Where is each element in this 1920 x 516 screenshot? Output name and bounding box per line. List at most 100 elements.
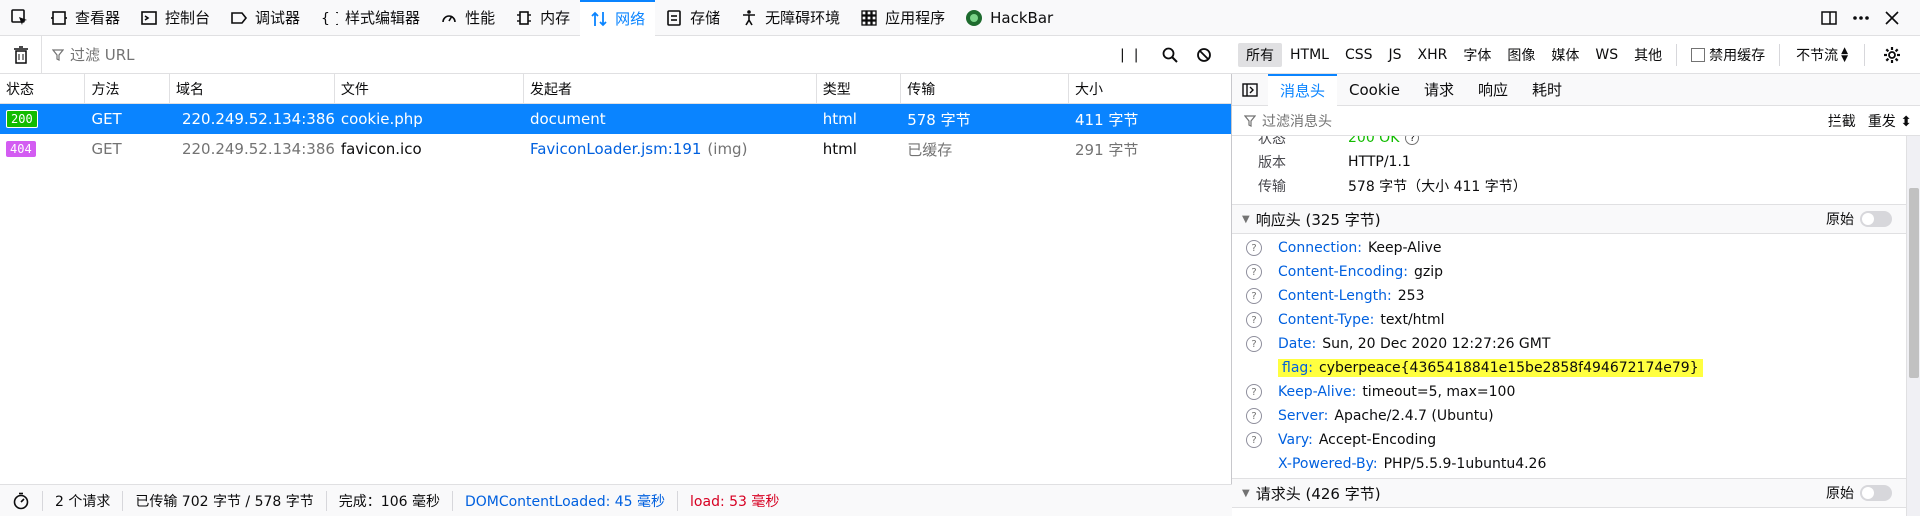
column-header[interactable]: 类型	[817, 74, 902, 104]
more-options-icon[interactable]	[1852, 9, 1870, 27]
search-icon[interactable]	[1162, 47, 1178, 63]
type-filter-3[interactable]: JS	[1381, 43, 1410, 67]
help-icon[interactable]: ?	[1246, 336, 1262, 352]
request-headers-section[interactable]: ▼ 请求头 (426 字节) 原始	[1232, 478, 1906, 508]
gear-icon[interactable]	[1883, 46, 1901, 64]
type-filter-7[interactable]: 媒体	[1543, 43, 1587, 67]
tab-label: 内存	[540, 9, 571, 27]
help-icon[interactable]: ?	[1246, 264, 1262, 280]
type-filter-8[interactable]: WS	[1587, 43, 1626, 67]
header-value: Sun, 20 Dec 2020 12:27:26 GMT	[1322, 336, 1551, 352]
clear-button[interactable]	[0, 35, 42, 74]
block-button[interactable]: 拦截	[1828, 111, 1856, 131]
summary-value: 578 字节（大小 411 字节）	[1348, 179, 1527, 195]
column-header[interactable]: 状态	[0, 74, 86, 104]
tab-console[interactable]: 控制台	[130, 0, 220, 36]
details-tab-4[interactable]: 耗时	[1520, 74, 1574, 106]
help-icon[interactable]: ?	[1405, 136, 1420, 145]
help-icon[interactable]: ?	[1246, 288, 1262, 304]
details-tab-1[interactable]: Cookie	[1337, 74, 1412, 106]
response-header-row[interactable]: ? Vary: Accept-Encoding	[1232, 428, 1906, 452]
initiator-link[interactable]: document	[530, 110, 606, 128]
tab-network[interactable]: 网络	[580, 0, 656, 36]
tab-style-editor[interactable]: { } 样式编辑器	[310, 0, 430, 36]
size-cell: 411 字节	[1075, 110, 1139, 129]
response-header-row[interactable]: ? Content-Encoding: gzip	[1232, 260, 1906, 284]
summary-key: 传输	[1258, 179, 1286, 195]
response-header-row[interactable]: X-Powered-By: PHP/5.5.9-1ubuntu4.26	[1232, 452, 1906, 476]
tab-inspector[interactable]: 查看器	[40, 0, 130, 36]
response-headers-section[interactable]: ▼ 响应头 (325 字节) 原始	[1232, 204, 1906, 234]
column-header[interactable]: 域名	[170, 74, 335, 104]
scrollbar-thumb[interactable]	[1909, 188, 1919, 378]
transferred-summary: 已传输 702 字节 / 578 字节	[123, 490, 327, 511]
tab-hackbar[interactable]: HackBar	[955, 0, 1063, 36]
disable-cache-checkbox[interactable]: 禁用缓存	[1683, 45, 1773, 65]
help-icon[interactable]: ?	[1246, 408, 1262, 424]
file-cell: favicon.ico	[340, 140, 422, 158]
header-value: Accept-Encoding	[1318, 432, 1437, 448]
domain-text: 220.249.52.134:386…	[181, 110, 335, 128]
tab-label: 性能	[465, 9, 496, 27]
column-header[interactable]: 方法	[85, 74, 170, 104]
tab-label: 样式编辑器	[345, 9, 421, 27]
file-cell: cookie.php	[340, 110, 423, 128]
help-icon[interactable]: ?	[1246, 240, 1262, 256]
tab-debugger[interactable]: 调试器	[220, 0, 310, 36]
raw-toggle[interactable]	[1860, 211, 1892, 227]
response-header-row[interactable]: ? Server: Apache/2.4.7 (Ubuntu)	[1232, 404, 1906, 428]
column-header[interactable]: 发起者	[524, 74, 817, 104]
element-picker-button[interactable]	[0, 0, 40, 36]
summary-key: 状态	[1258, 136, 1286, 147]
type-filter-9[interactable]: 其他	[1626, 43, 1670, 67]
headers-filter-input[interactable]: 过滤消息头 拦截 重发 ⬍	[1232, 106, 1920, 136]
type-filter-1[interactable]: HTML	[1282, 43, 1337, 67]
type-filter-0[interactable]: 所有	[1238, 42, 1282, 67]
header-value: Apache/2.4.7 (Ubuntu)	[1334, 408, 1494, 424]
type-filter-4[interactable]: XHR	[1410, 43, 1456, 67]
response-header-row[interactable]: ? Connection: Keep-Alive	[1232, 236, 1906, 260]
tab-accessibility[interactable]: 无障碍环境	[730, 0, 850, 36]
column-header[interactable]: 文件	[335, 74, 524, 104]
response-header-row[interactable]: ? Content-Type: text/html	[1232, 308, 1906, 332]
tab-memory[interactable]: 内存	[505, 0, 580, 36]
raw-toggle[interactable]	[1860, 485, 1892, 501]
resend-button[interactable]: 重发 ⬍	[1868, 111, 1912, 131]
type-filter-6[interactable]: 图像	[1499, 43, 1543, 67]
hackbar-icon	[966, 9, 983, 26]
type-filter-bar: 所有 HTML CSS JS XHR 字体 图像 媒体 WS 其他 禁用缓存 不节流 ▲ ▼	[1232, 36, 1920, 74]
response-header-row[interactable]: ? Date: Sun, 20 Dec 2020 12:27:26 GMT	[1232, 332, 1906, 356]
help-icon[interactable]: ?	[1246, 432, 1262, 448]
column-header[interactable]: 传输	[901, 74, 1070, 104]
throttle-select[interactable]: 不节流 ▲ ▼	[1786, 45, 1858, 65]
type-filter-2[interactable]: CSS	[1337, 43, 1381, 67]
column-header[interactable]: 大小	[1069, 74, 1231, 104]
tab-storage[interactable]: 存储	[655, 0, 730, 36]
type-cell: html	[822, 140, 857, 158]
help-icon[interactable]: ?	[1246, 384, 1262, 400]
table-row[interactable]: 404 GET 220.249.52.134:386… favicon.ico Favi…	[0, 134, 1231, 164]
dock-icon[interactable]	[1820, 9, 1838, 27]
response-header-row[interactable]: ? Keep-Alive: timeout=5, max=100	[1232, 380, 1906, 404]
close-icon[interactable]	[1884, 10, 1900, 26]
url-filter-input[interactable]: 过滤 URL	[42, 36, 1117, 74]
type-filter-5[interactable]: 字体	[1455, 43, 1499, 67]
details-tab-2[interactable]: 请求	[1412, 74, 1466, 106]
response-header-row[interactable]: ? Content-Length: 253	[1232, 284, 1906, 308]
summary-row: 传输 578 字节（大小 411 字节）	[1232, 174, 1906, 198]
table-row[interactable]: 200 GET 220.249.52.134:386… cookie.php docum…	[0, 104, 1231, 134]
pause-icon[interactable]: ❘❘	[1117, 47, 1144, 63]
raw-label: 原始	[1826, 486, 1854, 502]
tab-application[interactable]: 应用程序	[850, 0, 955, 36]
tab-label: 存储	[690, 9, 721, 27]
vertical-scrollbar[interactable]	[1906, 136, 1920, 516]
block-icon[interactable]	[1196, 47, 1212, 63]
help-icon[interactable]: ?	[1246, 312, 1262, 328]
performance-button[interactable]	[0, 490, 43, 511]
details-tab-0[interactable]: 消息头	[1268, 73, 1338, 106]
toggle-sidebar-button[interactable]	[1232, 82, 1268, 97]
details-tab-3[interactable]: 响应	[1466, 74, 1520, 106]
tab-performance[interactable]: 性能	[430, 0, 505, 36]
initiator-link[interactable]: FaviconLoader.jsm:191	[530, 140, 701, 158]
response-header-row[interactable]: flag: cyberpeace{4365418841e15be2858f4946…	[1232, 356, 1906, 380]
